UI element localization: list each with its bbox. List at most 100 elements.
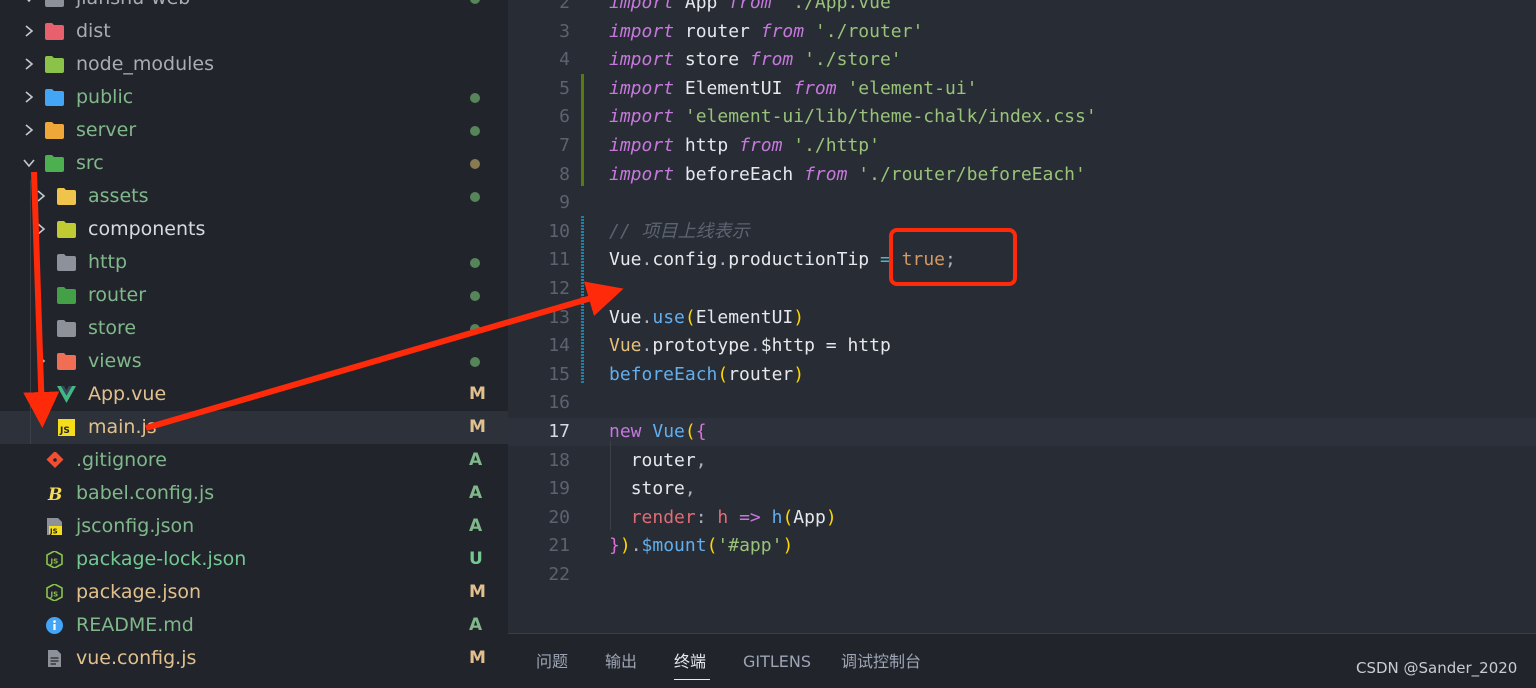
line-number: 9 [559, 192, 570, 214]
git-status-badge: A [469, 483, 483, 503]
explorer-item[interactable]: dist [0, 15, 508, 48]
code-line[interactable]: 15 beforeEach(router) [508, 361, 1536, 389]
line-number: 21 [548, 535, 570, 557]
vue-file-icon [57, 386, 76, 403]
code-editor[interactable]: 2 import App from './App.vue' 3 import rout… [508, 0, 1536, 633]
explorer-item[interactable]: assets [0, 180, 508, 213]
code-line[interactable]: 14 Vue.prototype.$http = http [508, 332, 1536, 360]
line-number: 2 [559, 0, 570, 13]
explorer-item[interactable]: JS jsconfig.json A [0, 510, 508, 543]
code-line[interactable]: 9 [508, 189, 1536, 217]
explorer-item-label: jianshu-web [76, 0, 190, 9]
explorer-item[interactable]: Bbabel.config.js A [0, 477, 508, 510]
chevron-right-icon[interactable] [34, 189, 48, 203]
line-number: 7 [559, 135, 570, 156]
git-modified-gutter [581, 216, 584, 384]
explorer-item-label: README.md [76, 614, 194, 636]
tab-debug-console[interactable]: 调试控制台 [841, 651, 921, 673]
line-number: 12 [548, 278, 570, 299]
code-line[interactable]: 12 [508, 275, 1536, 303]
explorer-item[interactable]: public [0, 81, 508, 114]
code-line[interactable]: 7 import http from './http' [508, 132, 1536, 160]
explorer-item[interactable]: JS package.json M [0, 576, 508, 609]
folder-icon [45, 23, 64, 40]
code-line[interactable]: 13 Vue.use(ElementUI) [508, 304, 1536, 332]
document-icon [45, 650, 64, 667]
tab-gitlens[interactable]: GITLENS [743, 651, 811, 673]
folder-icon [45, 89, 64, 106]
code-line[interactable]: 2 import App from './App.vue' [508, 0, 1536, 17]
code-line[interactable]: 17 new Vue({ [508, 418, 1536, 446]
explorer-item[interactable]: node_modules [0, 48, 508, 81]
svg-text:JS: JS [49, 528, 58, 536]
explorer-item[interactable]: vue.config.js M [0, 642, 508, 675]
code-text: import http from './http' [609, 135, 880, 156]
explorer-item[interactable]: README.md A [0, 609, 508, 642]
code-text: render: h => h(App) [630, 506, 837, 528]
explorer-item-label: package-lock.json [76, 548, 247, 570]
line-number: 10 [548, 220, 570, 242]
code-line[interactable]: 16 [508, 389, 1536, 417]
chevron-right-icon[interactable] [22, 123, 36, 137]
line-number: 6 [559, 106, 570, 128]
code-line[interactable]: 10 // 项目上线表示 [508, 218, 1536, 246]
folder-icon [57, 287, 76, 304]
code-line[interactable]: 19 store, [508, 475, 1536, 503]
chevron-right-icon[interactable] [22, 57, 36, 71]
status-dot [470, 357, 480, 367]
git-status-badge: M [469, 582, 486, 602]
explorer-item[interactable]: http [0, 246, 508, 279]
tab-terminal[interactable]: 终端 [674, 651, 706, 673]
explorer-item-label: store [88, 317, 137, 339]
line-number: 16 [548, 392, 570, 414]
explorer-item[interactable]: components [0, 213, 508, 246]
status-dot [470, 0, 480, 4]
explorer-item[interactable]: jianshu-web [0, 0, 508, 15]
code-line[interactable]: 5 import ElementUI from 'element-ui' [508, 75, 1536, 103]
code-text: }).$mount('#app') [609, 535, 794, 557]
code-line[interactable]: 20 render: h => h(App) [508, 504, 1536, 532]
code-text: Vue.prototype.$http = http [609, 335, 891, 357]
explorer-item[interactable]: src [0, 147, 508, 180]
explorer-item[interactable]: JS main.js M [0, 411, 508, 444]
explorer-item-label: main.js [88, 416, 157, 438]
code-text: import store from './store' [609, 49, 902, 71]
babel-icon: B [45, 485, 64, 505]
line-number: 11 [548, 249, 570, 271]
code-text: import ElementUI from 'element-ui' [609, 77, 978, 99]
code-line[interactable]: 18 router, [508, 447, 1536, 475]
chevron-down-icon[interactable] [22, 0, 36, 5]
line-number: 20 [548, 506, 570, 528]
tab-problems[interactable]: 问题 [536, 651, 568, 673]
tab-output[interactable]: 输出 [605, 651, 637, 673]
chevron-down-icon[interactable] [22, 156, 36, 170]
code-line[interactable]: 22 [508, 561, 1536, 589]
code-line[interactable]: 3 import router from './router' [508, 18, 1536, 46]
explorer-item[interactable]: server [0, 114, 508, 147]
explorer-item[interactable]: JS package-lock.json U [0, 543, 508, 576]
explorer-item[interactable]: store [0, 312, 508, 345]
explorer-item[interactable]: App.vue M [0, 378, 508, 411]
code-line[interactable]: 21 }).$mount('#app') [508, 532, 1536, 560]
code-line[interactable]: 6 import 'element-ui/lib/theme-chalk/inde… [508, 103, 1536, 131]
status-dot [470, 324, 480, 334]
code-line[interactable]: 8 import beforeEach from './router/before… [508, 161, 1536, 189]
explorer-item[interactable]: views [0, 345, 508, 378]
explorer-item[interactable]: router [0, 279, 508, 312]
line-number: 15 [548, 363, 570, 385]
line-number: 18 [548, 449, 570, 471]
chevron-right-icon[interactable] [34, 222, 48, 236]
explorer-item-label: vue.config.js [76, 647, 197, 669]
git-status-badge: M [469, 384, 486, 404]
chevron-right-icon[interactable] [22, 90, 36, 104]
chevron-right-icon[interactable] [22, 24, 36, 38]
explorer-item[interactable]: .gitignore A [0, 444, 508, 477]
code-text: import App from './App.vue' [609, 0, 902, 13]
status-dot [470, 291, 480, 301]
code-text: beforeEach(router) [609, 363, 805, 385]
explorer-item-partial[interactable] [0, 675, 508, 687]
code-line[interactable]: 4 import store from './store' [508, 46, 1536, 74]
explorer-item-label: App.vue [88, 383, 167, 405]
chevron-right-icon[interactable] [34, 354, 48, 368]
code-line[interactable]: 11 Vue.config.productionTip = true; [508, 246, 1536, 274]
